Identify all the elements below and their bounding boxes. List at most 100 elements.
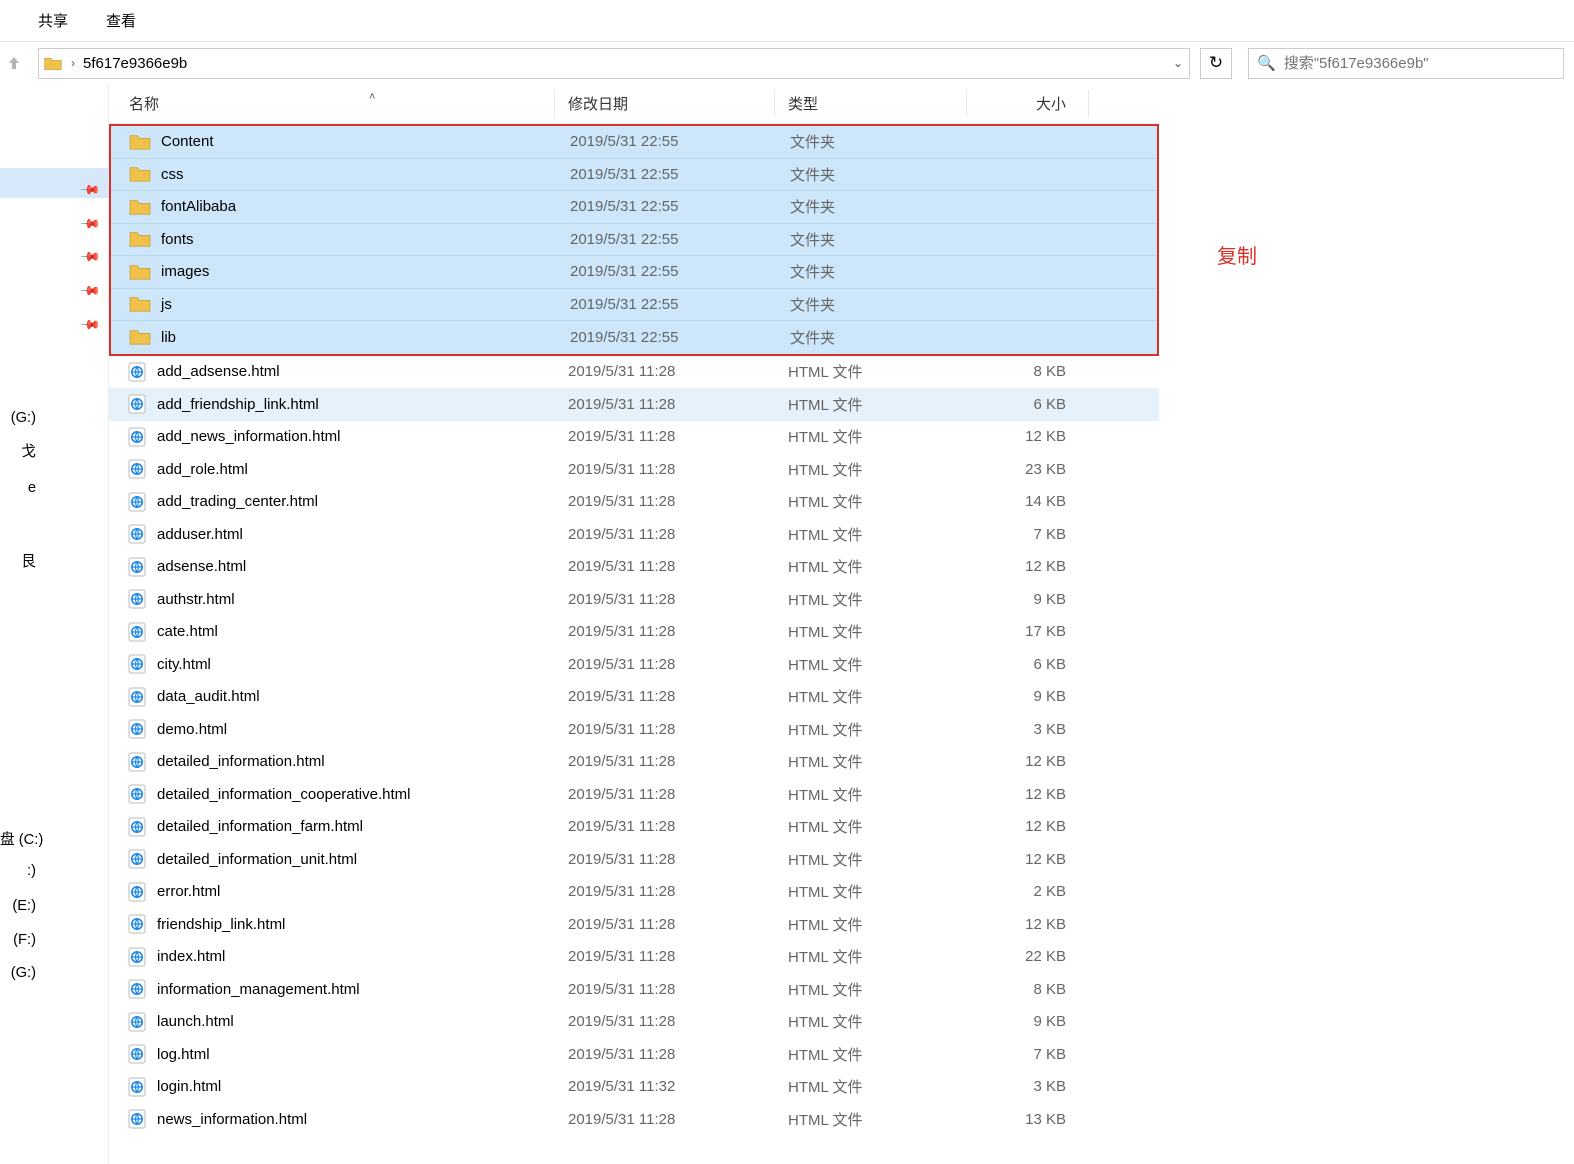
html-file-icon (127, 752, 147, 772)
file-row[interactable]: add_news_information.html 2019/5/31 11:2… (109, 421, 1159, 454)
file-size: 12 KB (966, 753, 1088, 770)
ribbon-tab-share[interactable]: 共享 (38, 10, 68, 31)
html-file-icon (127, 784, 147, 804)
folder-row[interactable]: fonts 2019/5/31 22:55 文件夹 (111, 224, 1157, 257)
file-type: 文件夹 (776, 196, 968, 217)
file-type: HTML 文件 (774, 361, 966, 382)
file-name: cate.html (157, 623, 218, 640)
chevron-down-icon[interactable]: ⌄ (1173, 56, 1183, 70)
file-row[interactable]: detailed_information_farm.html 2019/5/31… (109, 811, 1159, 844)
folder-row[interactable]: Content 2019/5/31 22:55 文件夹 (111, 126, 1157, 159)
file-type: HTML 文件 (774, 426, 966, 447)
file-row[interactable]: data_audit.html 2019/5/31 11:28 HTML 文件 … (109, 681, 1159, 714)
file-date: 2019/5/31 22:55 (556, 133, 776, 150)
html-file-icon (127, 817, 147, 837)
file-row[interactable]: add_friendship_link.html 2019/5/31 11:28… (109, 388, 1159, 421)
breadcrumb-current[interactable]: 5f617e9366e9b (83, 55, 187, 72)
folder-icon (129, 133, 151, 151)
file-row[interactable]: demo.html 2019/5/31 11:28 HTML 文件 3 KB (109, 713, 1159, 746)
nav-item[interactable]: (E:) (0, 898, 100, 914)
nav-up-button[interactable] (0, 55, 28, 71)
file-row[interactable]: index.html 2019/5/31 11:28 HTML 文件 22 KB (109, 941, 1159, 974)
nav-item[interactable]: (G:) (0, 410, 100, 426)
file-name: css (161, 166, 184, 183)
file-name: add_adsense.html (157, 363, 280, 380)
file-size: 13 KB (966, 1111, 1088, 1128)
column-header-size[interactable]: 大小 (966, 93, 1088, 114)
file-date: 2019/5/31 22:55 (556, 296, 776, 313)
file-row[interactable]: adduser.html 2019/5/31 11:28 HTML 文件 7 K… (109, 518, 1159, 551)
file-row[interactable]: adsense.html 2019/5/31 11:28 HTML 文件 12 … (109, 551, 1159, 584)
file-row[interactable]: city.html 2019/5/31 11:28 HTML 文件 6 KB (109, 648, 1159, 681)
file-date: 2019/5/31 11:28 (554, 688, 774, 705)
file-type: 文件夹 (776, 327, 968, 348)
nav-item[interactable]: 戈 (0, 440, 100, 461)
file-type: 文件夹 (776, 131, 968, 152)
search-input[interactable] (1284, 55, 1555, 72)
nav-item[interactable]: (F:) (0, 932, 100, 948)
annotation-copy-label: 复制 (1217, 240, 1257, 269)
breadcrumb-address-bar[interactable]: › 5f617e9366e9b ⌄ (38, 48, 1190, 79)
column-divider[interactable] (966, 90, 967, 117)
nav-item[interactable]: 盘 (C:) (0, 828, 100, 849)
file-name: lib (161, 329, 176, 346)
file-type: 文件夹 (776, 229, 968, 250)
file-name: authstr.html (157, 591, 235, 608)
file-name: add_role.html (157, 461, 248, 478)
file-row[interactable]: detailed_information_cooperative.html 20… (109, 778, 1159, 811)
folder-icon (129, 295, 151, 313)
column-divider[interactable] (1088, 90, 1089, 117)
file-type: HTML 文件 (774, 719, 966, 740)
column-header-name[interactable]: 名称˄ (109, 93, 554, 114)
file-name: adduser.html (157, 526, 243, 543)
refresh-button[interactable]: ↻ (1200, 48, 1232, 79)
file-size: 22 KB (966, 948, 1088, 965)
file-row[interactable]: error.html 2019/5/31 11:28 HTML 文件 2 KB (109, 876, 1159, 909)
file-type: HTML 文件 (774, 784, 966, 805)
file-row[interactable]: add_trading_center.html 2019/5/31 11:28 … (109, 486, 1159, 519)
file-row[interactable]: friendship_link.html 2019/5/31 11:28 HTM… (109, 908, 1159, 941)
column-divider[interactable] (774, 90, 775, 117)
nav-item[interactable]: e (0, 480, 100, 496)
folder-row[interactable]: lib 2019/5/31 22:55 文件夹 (111, 321, 1157, 354)
file-row[interactable]: add_role.html 2019/5/31 11:28 HTML 文件 23… (109, 453, 1159, 486)
folder-row[interactable]: js 2019/5/31 22:55 文件夹 (111, 289, 1157, 322)
file-type: 文件夹 (776, 294, 968, 315)
up-arrow-icon (6, 55, 22, 71)
left-nav-pane[interactable]: 📌📌📌📌📌 (G:)戈e艮盘 (C:):)(E:)(F:)(G:) (0, 84, 109, 1164)
column-divider[interactable] (554, 90, 555, 117)
file-row[interactable]: authstr.html 2019/5/31 11:28 HTML 文件 9 K… (109, 583, 1159, 616)
search-icon: 🔍 (1257, 54, 1276, 72)
file-name: data_audit.html (157, 688, 260, 705)
file-row[interactable]: launch.html 2019/5/31 11:28 HTML 文件 9 KB (109, 1006, 1159, 1039)
folder-row[interactable]: images 2019/5/31 22:55 文件夹 (111, 256, 1157, 289)
folder-row[interactable]: fontAlibaba 2019/5/31 22:55 文件夹 (111, 191, 1157, 224)
file-row[interactable]: add_adsense.html 2019/5/31 11:28 HTML 文件… (109, 356, 1159, 389)
nav-item[interactable]: :) (0, 863, 100, 879)
file-type: HTML 文件 (774, 491, 966, 512)
file-row[interactable]: detailed_information.html 2019/5/31 11:2… (109, 746, 1159, 779)
file-row[interactable]: log.html 2019/5/31 11:28 HTML 文件 7 KB (109, 1038, 1159, 1071)
file-row[interactable]: information_management.html 2019/5/31 11… (109, 973, 1159, 1006)
column-header-date[interactable]: 修改日期 (554, 93, 774, 114)
file-date: 2019/5/31 11:28 (554, 948, 774, 965)
file-date: 2019/5/31 11:28 (554, 786, 774, 803)
html-file-icon (127, 362, 147, 382)
file-date: 2019/5/31 11:28 (554, 623, 774, 640)
html-file-icon (127, 947, 147, 967)
file-date: 2019/5/31 11:28 (554, 591, 774, 608)
file-name: login.html (157, 1078, 221, 1095)
chevron-right-icon[interactable]: › (71, 56, 75, 70)
file-size: 9 KB (966, 688, 1088, 705)
column-header-type[interactable]: 类型 (774, 93, 966, 114)
file-row[interactable]: detailed_information_unit.html 2019/5/31… (109, 843, 1159, 876)
file-type: HTML 文件 (774, 459, 966, 480)
search-box[interactable]: 🔍 (1248, 48, 1564, 79)
nav-item[interactable]: (G:) (0, 965, 100, 981)
file-row[interactable]: login.html 2019/5/31 11:32 HTML 文件 3 KB (109, 1071, 1159, 1104)
file-row[interactable]: cate.html 2019/5/31 11:28 HTML 文件 17 KB (109, 616, 1159, 649)
ribbon-tab-view[interactable]: 查看 (106, 10, 136, 31)
folder-row[interactable]: css 2019/5/31 22:55 文件夹 (111, 159, 1157, 192)
nav-item[interactable]: 艮 (0, 550, 100, 571)
file-row[interactable]: news_information.html 2019/5/31 11:28 HT… (109, 1103, 1159, 1136)
